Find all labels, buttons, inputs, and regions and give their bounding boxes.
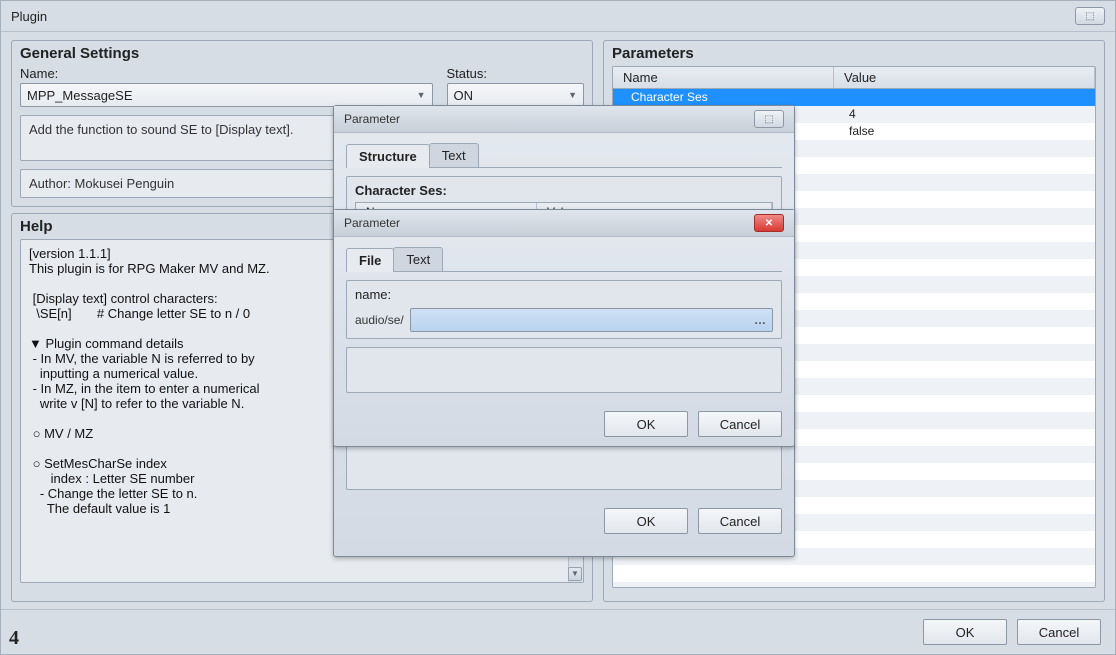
param-value-cell: false	[831, 123, 1095, 140]
dialog1-titlebar: Parameter ⬚	[334, 106, 794, 133]
param-value-cell	[831, 157, 1095, 174]
character-ses-label: Character Ses:	[355, 183, 773, 198]
path-prefix: audio/se/	[355, 313, 404, 327]
param-value-cell	[831, 531, 1095, 548]
param-value-cell	[831, 191, 1095, 208]
plugin-window: Plugin ⬚ General Settings Name: MPP_Mess…	[0, 0, 1116, 655]
param-name-cell	[613, 565, 831, 582]
bottom-bar: 4 OK Cancel	[1, 609, 1115, 654]
param-value-cell	[831, 174, 1095, 191]
table-row[interactable]: Character Ses	[613, 89, 1095, 106]
param-name-cell: Character Ses	[613, 89, 831, 106]
param-name-cell	[613, 582, 831, 588]
param-value-cell	[831, 429, 1095, 446]
plugin-name-select[interactable]: MPP_MessageSE ▼	[20, 83, 433, 107]
close-icon[interactable]: ⬚	[1075, 7, 1105, 25]
param-value-cell	[831, 497, 1095, 514]
param-value-cell	[831, 412, 1095, 429]
param-value-cell	[831, 140, 1095, 157]
status-select[interactable]: ON ▼	[447, 83, 585, 107]
param-header-name[interactable]: Name	[613, 67, 834, 88]
param-value-cell	[831, 327, 1095, 344]
dialog2-cancel-button[interactable]: Cancel	[698, 411, 782, 437]
parameters-title: Parameters	[612, 45, 1096, 62]
parameter-file-dialog: Parameter ✕ File Text name: audio/se/ …	[333, 209, 795, 447]
tab-text[interactable]: Text	[429, 143, 479, 167]
param-value-cell	[831, 259, 1095, 276]
chevron-down-icon: ▼	[568, 90, 577, 100]
param-value-cell	[831, 361, 1095, 378]
browse-icon[interactable]: …	[754, 313, 766, 327]
parameters-header: Name Value	[613, 67, 1095, 89]
param-value-cell	[831, 514, 1095, 531]
tab-file[interactable]: File	[346, 248, 394, 272]
scroll-down-icon[interactable]: ▼	[568, 567, 582, 581]
dialog2-titlebar: Parameter ✕	[334, 210, 794, 237]
dialog1-title: Parameter	[344, 112, 400, 126]
name-label: Name:	[20, 66, 433, 81]
tab-text[interactable]: Text	[393, 247, 443, 271]
param-value-cell	[831, 208, 1095, 225]
dialog2-ok-button[interactable]: OK	[604, 411, 688, 437]
cancel-button[interactable]: Cancel	[1017, 619, 1101, 645]
dialog1-ok-button[interactable]: OK	[604, 508, 688, 534]
param-value-cell	[831, 276, 1095, 293]
param-value-cell	[831, 548, 1095, 565]
file-path-input[interactable]: …	[410, 308, 773, 332]
param-value-cell	[831, 242, 1095, 259]
name-field: Name: MPP_MessageSE ▼	[20, 66, 433, 107]
param-value-cell	[831, 463, 1095, 480]
param-header-value[interactable]: Value	[834, 67, 1095, 88]
dialog2-tabs: File Text	[346, 247, 782, 272]
close-icon[interactable]: ✕	[754, 214, 784, 232]
plugin-name-value: MPP_MessageSE	[27, 88, 133, 103]
corner-number: 4	[9, 627, 19, 650]
param-value-cell	[831, 565, 1095, 582]
tab-structure[interactable]: Structure	[346, 144, 430, 168]
chevron-down-icon: ▼	[417, 90, 426, 100]
param-value-cell	[831, 310, 1095, 327]
close-icon[interactable]: ⬚	[754, 110, 784, 128]
status-label: Status:	[447, 66, 585, 81]
param-value-cell: 4	[831, 106, 1095, 123]
table-row[interactable]	[613, 565, 1095, 582]
param-value-cell	[831, 378, 1095, 395]
param-value-cell	[831, 446, 1095, 463]
param-value-cell	[831, 344, 1095, 361]
file-name-label: name:	[355, 287, 773, 302]
ok-button[interactable]: OK	[923, 619, 1007, 645]
param-value-cell	[831, 225, 1095, 242]
param-value-cell	[831, 480, 1095, 497]
dialog1-tabs: Structure Text	[346, 143, 782, 168]
param-value-cell	[831, 582, 1095, 588]
window-title: Plugin	[11, 9, 47, 24]
general-settings-title: General Settings	[20, 45, 584, 62]
dialog1-cancel-button[interactable]: Cancel	[698, 508, 782, 534]
table-row[interactable]	[613, 582, 1095, 588]
param-value-cell	[831, 395, 1095, 412]
param-value-cell	[831, 89, 1095, 106]
param-value-cell	[831, 293, 1095, 310]
dialog2-title: Parameter	[344, 216, 400, 230]
status-value: ON	[454, 88, 474, 103]
preview-box	[346, 347, 782, 393]
status-field: Status: ON ▼	[447, 66, 585, 107]
titlebar: Plugin ⬚	[1, 1, 1115, 32]
